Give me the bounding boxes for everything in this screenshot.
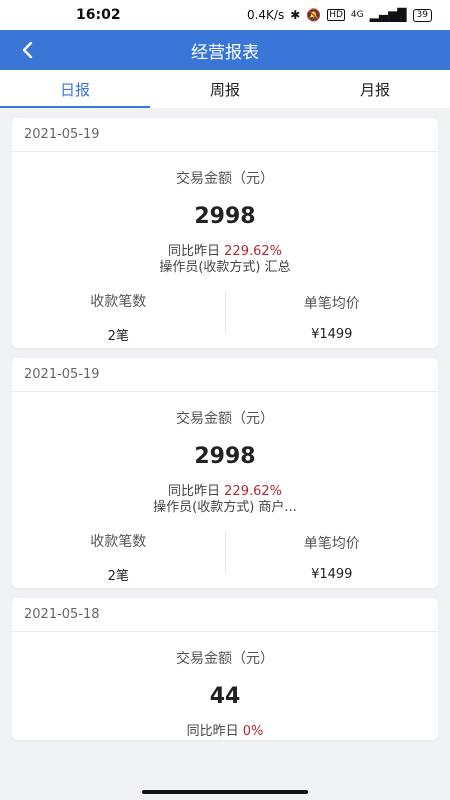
stat-average-value: ¥1499 [311, 326, 353, 342]
compare-label: 同比昨日 [168, 244, 221, 259]
report-list[interactable]: 2021-05-19 交易金额（元） 2998 同比昨日 229.62% 操作员… [0, 108, 450, 740]
amount-value: 2998 [194, 204, 256, 229]
compare-value: 229.62% [224, 484, 282, 499]
stat-count: 收款笔数 2笔 [12, 286, 225, 348]
report-card[interactable]: 2021-05-18 交易金额（元） 44 同比昨日 0% [12, 598, 438, 740]
stat-average-label: 单笔均价 [303, 295, 360, 312]
report-date: 2021-05-18 [12, 598, 438, 632]
compare-line: 同比昨日 0% [12, 724, 438, 740]
tab-weekly[interactable]: 周报 [150, 70, 300, 108]
signal-label: 4G [350, 10, 364, 20]
nav-bar: 经营报表 [0, 30, 450, 70]
status-bar: 16:02 0.4K/s ✱ 🔕 HD 4G ▂▄▆█ 39 [0, 0, 450, 30]
operator-line: 操作员(收款方式) 商户... [153, 500, 297, 515]
amount-value: 44 [209, 684, 241, 709]
report-stats: 收款笔数 2笔 单笔均价 ¥1499 [12, 286, 438, 348]
compare-line: 同比昨日 229.62% [12, 484, 438, 500]
stat-count-label: 收款笔数 [90, 293, 147, 310]
amount-label: 交易金额（元） [176, 651, 274, 667]
hd-badge: HD [327, 9, 345, 21]
signal-icon: ▂▄▆█ [369, 8, 407, 22]
network-speed: 0.4K/s [246, 8, 285, 22]
compare-label: 同比昨日 [186, 724, 239, 739]
report-card[interactable]: 2021-05-19 交易金额（元） 2998 同比昨日 229.62% 操作员… [12, 358, 438, 588]
stat-average-label: 单笔均价 [303, 535, 360, 552]
report-stats: 收款笔数 2笔 单笔均价 ¥1499 [12, 526, 438, 588]
bluetooth-icon: ✱ [290, 8, 301, 22]
report-date: 2021-05-19 [12, 118, 438, 152]
status-time: 16:02 [76, 7, 121, 23]
tab-daily[interactable]: 日报 [0, 70, 150, 108]
compare-value: 229.62% [224, 244, 282, 259]
amount-label: 交易金额（元） [176, 411, 274, 427]
stat-count-value: 2笔 [107, 568, 129, 584]
compare-line: 同比昨日 229.62% [12, 244, 438, 260]
report-tabs: 日报 周报 月报 [0, 70, 450, 108]
report-body: 交易金额（元） 44 同比昨日 0% [12, 632, 438, 740]
stat-count: 收款笔数 2笔 [12, 526, 225, 588]
compare-label: 同比昨日 [168, 484, 221, 499]
battery-icon: 39 [412, 8, 432, 22]
report-body: 交易金额（元） 2998 同比昨日 229.62% 操作员(收款方式) 商户..… [12, 392, 438, 588]
stat-average-value: ¥1499 [311, 566, 353, 582]
operator-line: 操作员(收款方式) 汇总 [159, 260, 291, 275]
mute-icon: 🔕 [306, 8, 322, 22]
amount-value: 2998 [194, 444, 256, 469]
page-title: 经营报表 [191, 42, 259, 63]
report-body: 交易金额（元） 2998 同比昨日 229.62% 操作员(收款方式) 汇总 收… [12, 152, 438, 348]
status-icons: 0.4K/s ✱ 🔕 HD 4G ▂▄▆█ 39 [247, 8, 432, 22]
stat-count-value: 2笔 [107, 328, 129, 344]
amount-label: 交易金额（元） [176, 171, 274, 187]
stat-average: 单笔均价 ¥1499 [226, 526, 439, 588]
stat-average: 单笔均价 ¥1499 [226, 286, 439, 348]
report-card[interactable]: 2021-05-19 交易金额（元） 2998 同比昨日 229.62% 操作员… [12, 118, 438, 348]
compare-value: 0% [242, 724, 264, 739]
stat-count-label: 收款笔数 [90, 533, 147, 550]
home-indicator [142, 790, 308, 794]
report-date: 2021-05-19 [12, 358, 438, 392]
back-arrow-icon[interactable] [18, 40, 38, 60]
tab-monthly[interactable]: 月报 [300, 70, 450, 108]
